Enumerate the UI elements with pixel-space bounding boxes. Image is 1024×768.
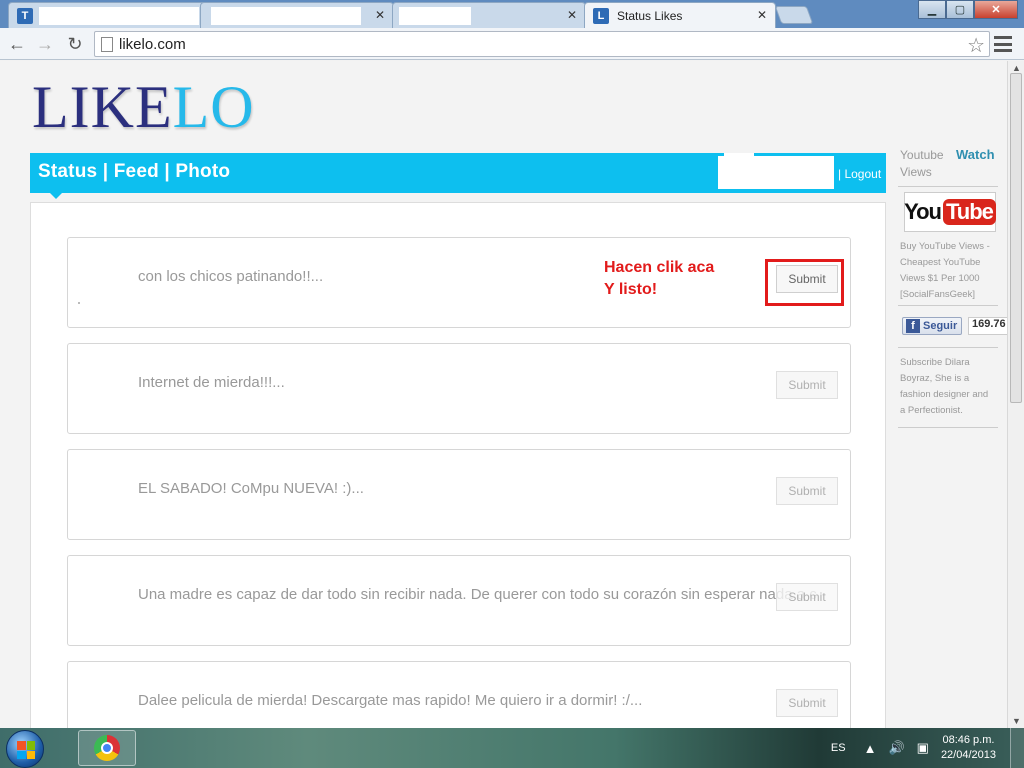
youtube-logo-tube: Tube (943, 199, 996, 225)
divider (898, 305, 998, 306)
nav-links[interactable]: Status | Feed | Photo (38, 161, 230, 183)
tab-title: Status Likes (617, 8, 683, 23)
submit-button[interactable]: Submit (776, 583, 838, 611)
status-text: Una madre es capaz de dar todo sin recib… (138, 586, 817, 603)
forward-arrow-icon[interactable]: → (34, 33, 56, 55)
status-text: Internet de mierda!!!... (138, 374, 285, 391)
watch-link[interactable]: Watch (956, 147, 995, 162)
browser-tab-strip: T ✕ ✕ L Status Likes ✕ ▁ ▢ ✕ (0, 0, 1024, 28)
nav-pointer (50, 193, 62, 199)
bookmark-star-icon[interactable]: ☆ (967, 33, 985, 58)
language-indicator[interactable]: ES (831, 742, 846, 754)
logo-lo: LO (172, 74, 255, 140)
tab-favicon-icon: T (17, 7, 33, 24)
status-card: Una madre es capaz de dar todo sin recib… (67, 555, 851, 646)
page-viewport: LIKELO Status | Feed | Photo | Logout co… (0, 61, 1007, 728)
submit-button[interactable]: Submit (776, 371, 838, 399)
scroll-up-icon[interactable]: ▲ (1012, 63, 1021, 73)
redacted-tab-title (39, 7, 199, 25)
logo-like: LIKE (32, 74, 173, 140)
minimize-button[interactable]: ▁ (918, 0, 946, 19)
follow-label: Seguir (923, 320, 958, 332)
nav-bar: Status | Feed | Photo | Logout (30, 153, 886, 199)
submit-button[interactable]: Submit (776, 477, 838, 505)
tab-close-icon[interactable]: ✕ (375, 8, 385, 22)
taskbar-chrome-button[interactable] (78, 730, 136, 766)
annotation-text: Hacen clik aca Y listo! (604, 257, 714, 301)
maximize-button[interactable]: ▢ (946, 0, 974, 19)
status-card: Dalee pelicula de mierda! Descargate mas… (67, 661, 851, 728)
status-text: Dalee pelicula de mierda! Descargate mas… (138, 692, 643, 709)
close-window-button[interactable]: ✕ (974, 0, 1018, 19)
youtube-ad-text[interactable]: Buy YouTube Views - Cheapest YouTube Vie… (900, 239, 996, 303)
status-text: con los chicos patinando!!... (138, 268, 324, 285)
windows-start-button[interactable] (6, 730, 44, 768)
network-icon[interactable]: ▣ (917, 740, 929, 756)
url-text[interactable]: likelo.com (119, 36, 186, 53)
status-card: Internet de mierda!!!... Submit (67, 343, 851, 434)
decorative-dot (78, 302, 80, 304)
divider (898, 427, 998, 428)
status-panel: con los chicos patinando!!... Submit Int… (30, 202, 886, 728)
reload-icon[interactable]: ↻ (64, 33, 86, 55)
status-text: EL SABADO! CoMpu NUEVA! :)... (138, 480, 364, 497)
logout-link[interactable]: | Logout (838, 167, 881, 181)
browser-tab-1[interactable]: T (8, 2, 208, 28)
divider (898, 186, 998, 187)
tab-favicon-icon: L (593, 7, 609, 24)
volume-icon[interactable]: 🔊 (888, 740, 904, 756)
browser-tab-status-likes[interactable]: L Status Likes ✕ (584, 2, 776, 28)
browser-toolbar: ← → ↻ likelo.com ☆ (0, 28, 1024, 60)
divider (898, 347, 998, 348)
address-bar[interactable]: likelo.com ☆ (94, 31, 990, 57)
window-controls: ▁ ▢ ✕ (918, 0, 1018, 19)
youtube-views-label: Youtube Views (900, 148, 944, 179)
status-card: EL SABADO! CoMpu NUEVA! :)... Submit (67, 449, 851, 540)
redacted-tab-title (399, 7, 471, 25)
facebook-follow-button[interactable]: f Seguir (902, 317, 962, 335)
clock-date: 22/04/2013 (940, 749, 996, 761)
browser-tab-2[interactable]: ✕ (200, 2, 394, 28)
likelo-logo[interactable]: LIKELO (32, 73, 255, 142)
windows-logo-icon (17, 741, 35, 759)
chrome-menu-icon[interactable] (994, 36, 1012, 52)
page-icon (101, 37, 113, 52)
show-desktop-button[interactable] (1010, 728, 1024, 768)
redacted-tab-title (211, 7, 361, 25)
system-tray: ES ▲ 🔊 ▣ 08:46 p.m. 22/04/2013 (831, 728, 996, 768)
annotation-line-1: Hacen clik aca (604, 259, 715, 276)
scroll-down-icon[interactable]: ▼ (1012, 716, 1021, 726)
submit-button[interactable]: Submit (776, 689, 838, 717)
clock-time: 08:46 p.m. (942, 734, 995, 746)
windows-taskbar: ES ▲ 🔊 ▣ 08:46 p.m. 22/04/2013 (0, 728, 1024, 768)
browser-tab-3[interactable]: ✕ (392, 2, 586, 28)
show-hidden-icons-icon[interactable]: ▲ (864, 741, 877, 756)
facebook-icon: f (906, 319, 920, 333)
follower-count: 169.76 (968, 317, 1007, 335)
clock[interactable]: 08:46 p.m. 22/04/2013 (941, 733, 996, 763)
scrollbar-thumb[interactable] (1010, 73, 1022, 403)
annotation-line-2: Y listo! (604, 281, 658, 298)
annotation-highlight-box (765, 259, 844, 306)
chrome-icon (94, 735, 120, 761)
youtube-logo-you: You (904, 199, 942, 224)
subscribe-text: Subscribe Dilara Boyraz, She is a fashio… (900, 357, 989, 416)
tab-close-icon[interactable]: ✕ (757, 8, 767, 22)
status-card: con los chicos patinando!!... Submit (67, 237, 851, 328)
redacted-username (718, 156, 834, 189)
youtube-logo[interactable]: You Tube (904, 192, 996, 232)
page-scrollbar[interactable]: ▲ ▼ (1007, 61, 1024, 728)
back-arrow-icon[interactable]: ← (6, 33, 28, 55)
tab-close-icon[interactable]: ✕ (567, 8, 577, 22)
new-tab-button[interactable] (774, 6, 814, 24)
